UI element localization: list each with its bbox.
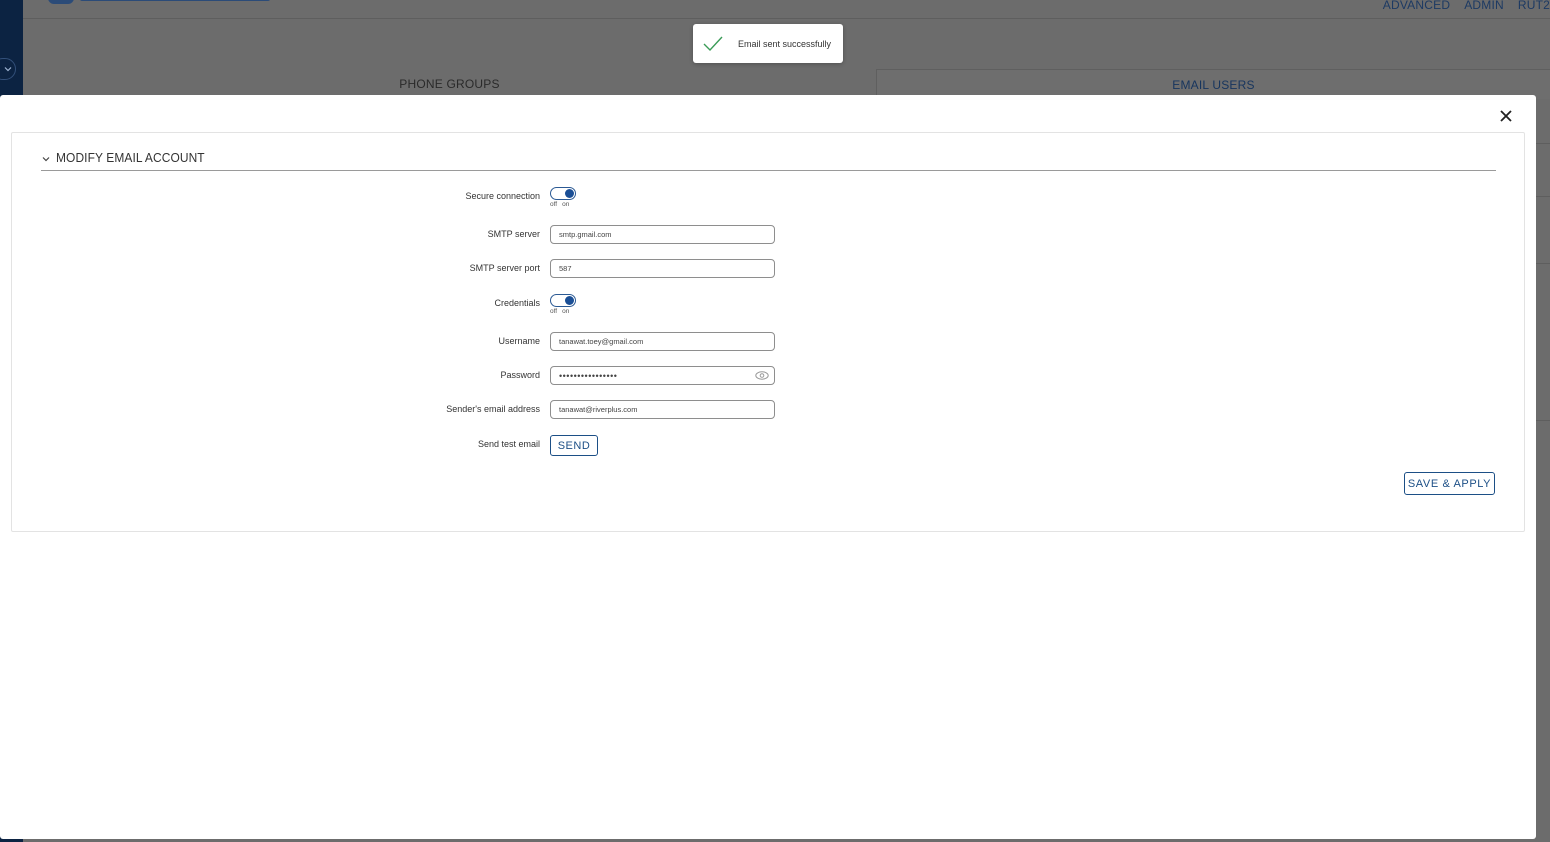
chevron-down-icon	[4, 67, 12, 72]
smtp-server-input[interactable]	[550, 225, 775, 244]
rail-collapse-toggle[interactable]	[0, 58, 16, 80]
close-button[interactable]	[1496, 106, 1516, 126]
password-input[interactable]	[550, 366, 775, 385]
header-divider	[23, 18, 1550, 19]
nav-device[interactable]: RUT2	[1518, 0, 1550, 12]
secure-connection-toggle-group: off on	[550, 187, 580, 211]
brand-logo	[48, 0, 278, 5]
credentials-toggle-group: off on	[550, 294, 580, 318]
bg-divider	[1536, 143, 1550, 144]
toggle-on-label: on	[562, 308, 570, 315]
row-smtp-server: SMTP server	[12, 225, 1526, 245]
sender-email-input[interactable]	[550, 400, 775, 419]
credentials-toggle[interactable]	[550, 294, 576, 307]
section-header[interactable]: MODIFY EMAIL ACCOUNT	[41, 150, 1496, 171]
nav-advanced[interactable]: ADVANCED	[1383, 0, 1450, 12]
sender-email-label: Sender's email address	[446, 404, 540, 414]
bg-divider	[1536, 420, 1550, 421]
credentials-label: Credentials	[494, 298, 540, 308]
close-icon	[1500, 110, 1512, 122]
row-password: Password	[12, 366, 1526, 386]
toast-message: Email sent successfully	[738, 38, 832, 49]
username-label: Username	[498, 336, 540, 346]
password-label: Password	[500, 370, 540, 380]
modify-email-modal: MODIFY EMAIL ACCOUNT Secure connection o…	[0, 95, 1536, 839]
toggle-state-labels: off on	[550, 308, 574, 315]
secure-connection-label: Secure connection	[465, 191, 540, 201]
username-input[interactable]	[550, 332, 775, 351]
row-credentials: Credentials off on	[12, 294, 1526, 315]
send-test-email-button[interactable]: SEND	[550, 435, 598, 456]
success-toast: Email sent successfully	[693, 24, 843, 63]
row-send-test-email: Send test email SEND	[12, 435, 1526, 456]
eye-icon[interactable]	[755, 371, 769, 380]
smtp-server-label: SMTP server	[487, 229, 540, 239]
bg-divider	[1536, 263, 1550, 264]
toggle-knob	[565, 296, 574, 305]
secure-connection-toggle[interactable]	[550, 187, 576, 200]
chevron-down-icon	[42, 157, 50, 162]
top-nav: ADVANCED ADMIN RUT2	[1383, 0, 1550, 12]
toggle-knob	[565, 189, 574, 198]
row-username: Username	[12, 332, 1526, 352]
section-title: MODIFY EMAIL ACCOUNT	[56, 150, 205, 165]
send-test-email-label: Send test email	[477, 439, 540, 449]
row-sender-email: Sender's email address	[12, 400, 1526, 420]
toggle-off-label: off	[550, 201, 558, 208]
nav-admin[interactable]: ADMIN	[1464, 0, 1504, 12]
smtp-port-input[interactable]	[550, 259, 775, 278]
toggle-state-labels: off on	[550, 201, 574, 208]
save-apply-button[interactable]: SAVE & APPLY	[1404, 472, 1495, 495]
email-account-card: MODIFY EMAIL ACCOUNT Secure connection o…	[11, 132, 1525, 532]
row-smtp-port: SMTP server port	[12, 259, 1526, 279]
row-secure-connection: Secure connection off on	[12, 187, 1526, 208]
toggle-on-label: on	[562, 201, 570, 208]
bg-divider	[1536, 196, 1550, 197]
smtp-port-label: SMTP server port	[469, 263, 540, 273]
checkmark-icon	[703, 36, 723, 51]
toggle-off-label: off	[550, 308, 558, 315]
